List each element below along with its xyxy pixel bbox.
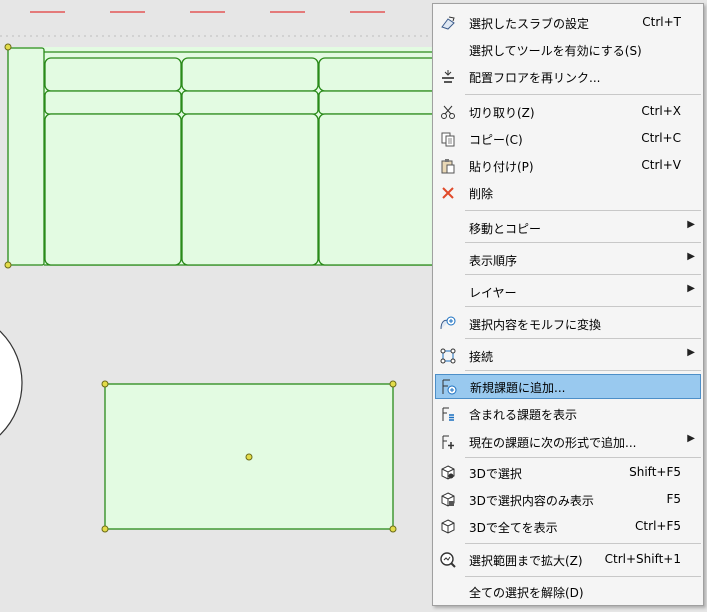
menu-item-deselect-all[interactable]: 全ての選択を解除(D) [435, 580, 701, 605]
selection-handle[interactable] [101, 380, 109, 388]
slab-settings-icon [439, 14, 457, 32]
menu-item-copy[interactable]: コピー(C) Ctrl+C [435, 127, 701, 152]
selection-handle[interactable] [4, 43, 12, 51]
menu-label: 切り取り(Z) [469, 106, 535, 120]
menu-separator [465, 576, 701, 577]
menu-shortcut: Shift+F5 [629, 465, 681, 479]
add-current-issue-icon [439, 433, 457, 451]
menu-separator [465, 210, 701, 211]
menu-label: 貼り付け(P) [469, 160, 534, 174]
menu-label: コピー(C) [469, 133, 523, 147]
menu-label: 3Dで選択 [469, 467, 522, 481]
sofa-shape[interactable] [7, 47, 445, 266]
menu-separator [465, 242, 701, 243]
submenu-arrow-icon: ▶ [687, 251, 695, 262]
menu-separator [465, 338, 701, 339]
menu-label: 選択してツールを有効にする(S) [469, 44, 642, 58]
relink-floor-icon [439, 68, 457, 86]
context-menu: 選択したスラブの設定 Ctrl+T 選択してツールを有効にする(S) 配置フロア… [432, 3, 704, 606]
connect-icon [439, 347, 457, 365]
copy-icon [439, 130, 457, 148]
menu-shortcut: Ctrl+T [642, 15, 681, 29]
menu-label: 全ての選択を解除(D) [469, 586, 584, 600]
submenu-arrow-icon: ▶ [687, 283, 695, 294]
menu-label: 移動とコピー [469, 222, 542, 236]
cube-3d-icon [439, 464, 457, 482]
menu-item-add-new-issue[interactable]: 新規課題に追加... [435, 374, 701, 399]
delete-x-icon [439, 184, 457, 202]
menu-label: 表示順序 [469, 254, 518, 268]
menu-label: 3Dで選択内容のみ表示 [469, 494, 594, 508]
submenu-arrow-icon: ▶ [687, 433, 695, 444]
menu-shortcut: Ctrl+Shift+1 [604, 552, 681, 566]
menu-item-relink-floor[interactable]: 配置フロアを再リンク... [435, 65, 701, 90]
menu-item-paste[interactable]: 貼り付け(P) Ctrl+V [435, 154, 701, 179]
menu-item-add-current-issue[interactable]: 現在の課題に次の形式で追加... ▶ [435, 430, 701, 455]
menu-separator [465, 94, 701, 95]
menu-item-convert-morph[interactable]: 選択内容をモルフに変換 [435, 312, 701, 337]
add-issue-icon [440, 378, 458, 396]
menu-label: 新規課題に追加... [470, 381, 566, 395]
submenu-arrow-icon: ▶ [687, 219, 695, 230]
menu-item-cut[interactable]: 切り取り(Z) Ctrl+X [435, 100, 701, 125]
menu-label: 選択内容をモルフに変換 [469, 318, 602, 332]
menu-item-delete[interactable]: 削除 [435, 181, 701, 206]
cube-3d-only-icon [439, 491, 457, 509]
menu-shortcut: Ctrl+F5 [635, 519, 681, 533]
menu-shortcut: F5 [666, 492, 681, 506]
menu-label: 3Dで全てを表示 [469, 521, 558, 535]
menu-item-connect[interactable]: 接続 ▶ [435, 344, 701, 369]
menu-item-slab-settings[interactable]: 選択したスラブの設定 Ctrl+T [435, 11, 701, 36]
selection-handle[interactable] [389, 525, 397, 533]
selection-handle[interactable] [101, 525, 109, 533]
show-issues-icon [439, 405, 457, 423]
menu-item-zoom-to-selection[interactable]: 選択範囲まで拡大(Z) Ctrl+Shift+1 [435, 548, 701, 573]
menu-item-move-copy[interactable]: 移動とコピー ▶ [435, 216, 701, 241]
menu-label: 選択範囲まで拡大(Z) [469, 554, 583, 568]
scissors-icon [439, 103, 457, 121]
menu-label: レイヤー [469, 286, 517, 300]
menu-item-show-issues[interactable]: 含まれる課題を表示 [435, 402, 701, 427]
selection-handle[interactable] [389, 380, 397, 388]
menu-separator [465, 274, 701, 275]
menu-item-select-activate-tool[interactable]: 選択してツールを有効にする(S) [435, 38, 701, 63]
center-handle[interactable] [245, 453, 253, 461]
menu-item-select-in-3d[interactable]: 3Dで選択 Shift+F5 [435, 461, 701, 486]
menu-label: 選択したスラブの設定 [469, 17, 590, 31]
paste-icon [439, 157, 457, 175]
menu-separator [465, 457, 701, 458]
menu-item-layer[interactable]: レイヤー ▶ [435, 280, 701, 305]
menu-separator [465, 543, 701, 544]
menu-separator [465, 370, 701, 371]
morph-convert-icon [439, 315, 457, 333]
menu-label: 接続 [469, 350, 494, 364]
menu-shortcut: Ctrl+C [641, 131, 681, 145]
cube-3d-all-icon [439, 518, 457, 536]
menu-shortcut: Ctrl+V [641, 158, 681, 172]
menu-label: 現在の課題に次の形式で追加... [469, 436, 637, 450]
submenu-arrow-icon: ▶ [687, 347, 695, 358]
menu-shortcut: Ctrl+X [641, 104, 681, 118]
menu-label: 配置フロアを再リンク... [469, 71, 601, 85]
menu-label: 含まれる課題を表示 [469, 408, 578, 422]
menu-label: 削除 [469, 187, 494, 201]
menu-item-show-selection-3d[interactable]: 3Dで選択内容のみ表示 F5 [435, 488, 701, 513]
menu-separator [465, 306, 701, 307]
selection-handle[interactable] [4, 261, 12, 269]
menu-item-show-all-3d[interactable]: 3Dで全てを表示 Ctrl+F5 [435, 515, 701, 540]
zoom-selection-icon [439, 551, 457, 569]
menu-item-display-order[interactable]: 表示順序 ▶ [435, 248, 701, 273]
